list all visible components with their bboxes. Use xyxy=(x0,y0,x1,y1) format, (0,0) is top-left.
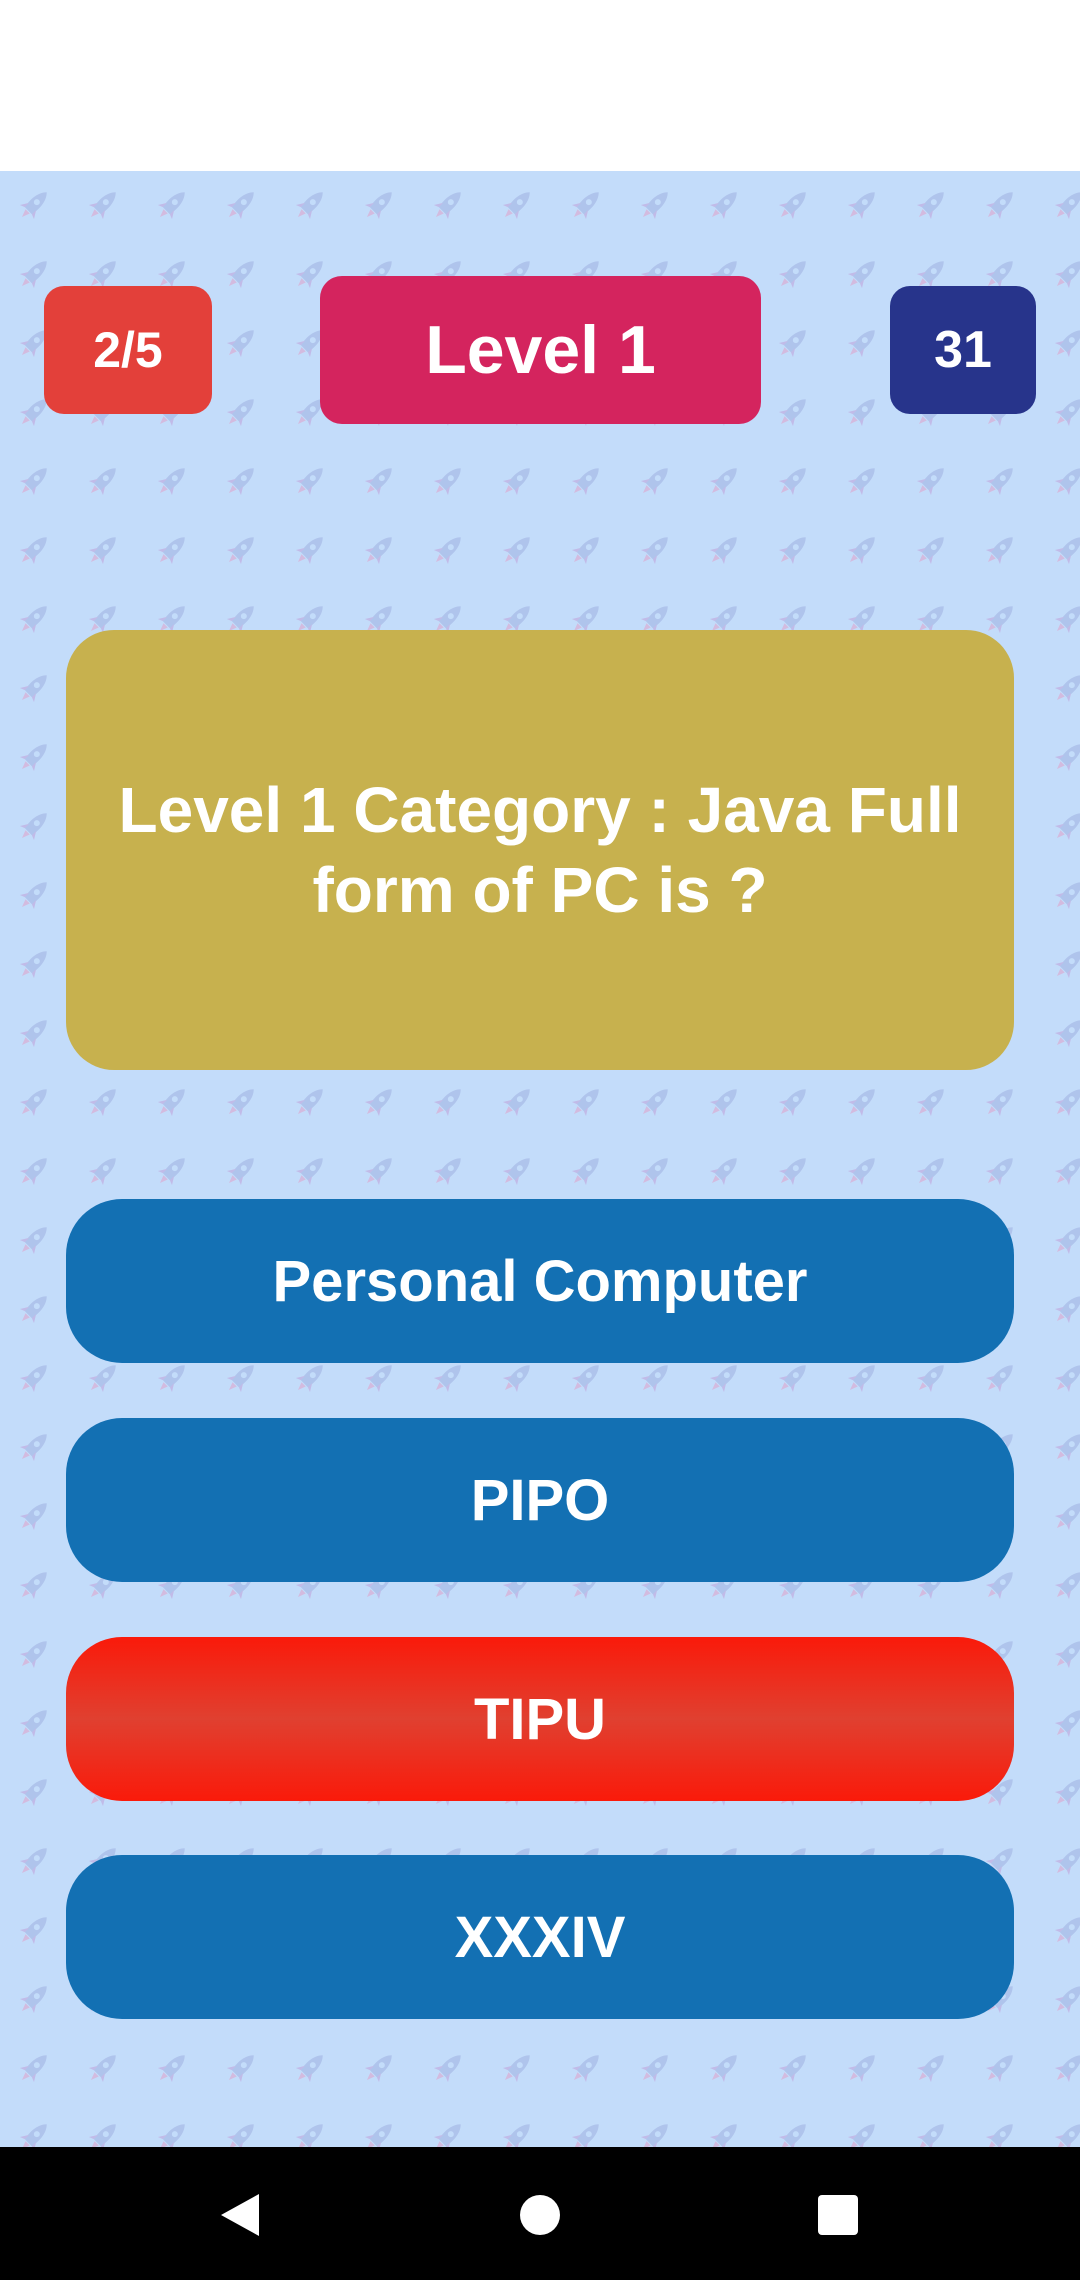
game-area: 2/5 Level 1 31 Level 1 Category : Java F… xyxy=(0,171,1080,2147)
question-card: Level 1 Category : Java Full form of PC … xyxy=(66,630,1014,1070)
countdown-timer-badge: 31 xyxy=(890,286,1036,414)
rocket-pattern-background xyxy=(0,171,1080,2147)
question-progress-badge: 2/5 xyxy=(44,286,212,414)
level-title-badge: Level 1 xyxy=(320,276,761,424)
answer-option-4[interactable]: XXXIV xyxy=(66,1855,1014,2019)
home-circle-icon xyxy=(520,2195,560,2235)
answer-option-3[interactable]: TIPU xyxy=(66,1637,1014,1801)
status-bar xyxy=(0,0,1080,171)
recents-button[interactable] xyxy=(790,2167,886,2263)
system-navigation-bar xyxy=(0,2147,1080,2280)
answer-option-2[interactable]: PIPO xyxy=(66,1418,1014,1582)
recents-square-icon xyxy=(818,2195,858,2235)
back-triangle-icon xyxy=(221,2194,259,2236)
back-button[interactable] xyxy=(192,2167,288,2263)
answer-option-1[interactable]: Personal Computer xyxy=(66,1199,1014,1363)
home-button[interactable] xyxy=(492,2167,588,2263)
